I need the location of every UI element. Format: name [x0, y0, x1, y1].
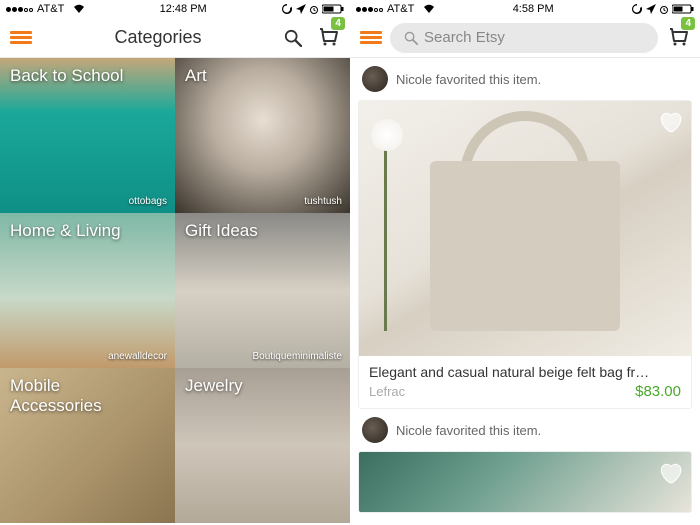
cart-button[interactable]: 4: [316, 23, 340, 52]
status-time: 12:48 PM: [160, 3, 207, 15]
product-title: Elegant and casual natural beige felt ba…: [369, 364, 681, 380]
alarm-icon: [659, 4, 669, 14]
category-tile[interactable]: Jewelry: [175, 368, 350, 523]
carrier-label: AT&T: [37, 3, 64, 15]
activity-text: Nicole favorited this item.: [396, 423, 541, 438]
avatar[interactable]: [362, 417, 388, 443]
wifi-icon: [423, 4, 435, 14]
category-tile[interactable]: Gift IdeasBoutiqueminimaliste: [175, 213, 350, 368]
menu-icon[interactable]: [10, 29, 32, 46]
product-info: Elegant and casual natural beige felt ba…: [359, 356, 691, 408]
favorite-button[interactable]: [657, 109, 683, 140]
product-image: [359, 101, 691, 356]
screen-feed: AT&T 4:58 PM Search Etsy 4 Nicole favori…: [350, 0, 700, 525]
refresh-icon: [281, 3, 293, 15]
category-tile[interactable]: Home & Livinganewalldecor: [0, 213, 175, 368]
menu-icon[interactable]: [360, 29, 382, 46]
search-icon: [404, 31, 418, 45]
alarm-icon: [309, 4, 319, 14]
activity-row: Nicole favorited this item.: [358, 409, 692, 451]
header: Search Etsy 4: [350, 18, 700, 58]
activity-text: Nicole favorited this item.: [396, 72, 541, 87]
refresh-icon: [631, 3, 643, 15]
product-price: $83.00: [635, 383, 681, 400]
cart-badge: 4: [331, 17, 345, 30]
page-title: Categories: [114, 27, 201, 48]
category-tile[interactable]: Mobile Accessories: [0, 368, 175, 523]
cart-button[interactable]: 4: [666, 23, 690, 52]
status-bar: AT&T 12:48 PM: [0, 0, 350, 18]
activity-feed: Nicole favorited this item. Elegant and …: [350, 58, 700, 525]
heart-icon: [657, 109, 683, 135]
activity-row: Nicole favorited this item.: [358, 58, 692, 100]
header: Categories 4: [0, 18, 350, 58]
category-tile[interactable]: Back to Schoolottobags: [0, 58, 175, 213]
heart-icon: [657, 460, 683, 486]
status-bar: AT&T 4:58 PM: [350, 0, 700, 18]
battery-icon: [672, 4, 694, 14]
seller-name: Lefrac: [369, 384, 405, 399]
carrier-label: AT&T: [387, 3, 414, 15]
cart-badge: 4: [681, 17, 695, 30]
category-tile[interactable]: Arttushtush: [175, 58, 350, 213]
battery-icon: [322, 4, 344, 14]
product-card[interactable]: Elegant and casual natural beige felt ba…: [358, 100, 692, 409]
location-arrow-icon: [296, 4, 306, 14]
search-placeholder: Search Etsy: [424, 29, 505, 46]
category-grid: Back to Schoolottobags Arttushtush Home …: [0, 58, 350, 523]
location-arrow-icon: [646, 4, 656, 14]
wifi-icon: [73, 4, 85, 14]
search-icon[interactable]: [284, 29, 302, 47]
signal-dots: [6, 3, 34, 15]
status-time: 4:58 PM: [513, 3, 554, 15]
signal-dots: [356, 3, 384, 15]
search-input[interactable]: Search Etsy: [390, 23, 658, 53]
favorite-button[interactable]: [657, 460, 683, 491]
product-card[interactable]: [358, 451, 692, 513]
avatar[interactable]: [362, 66, 388, 92]
screen-categories: AT&T 12:48 PM Categories 4 Back to Schoo…: [0, 0, 350, 525]
product-image: [359, 452, 691, 512]
